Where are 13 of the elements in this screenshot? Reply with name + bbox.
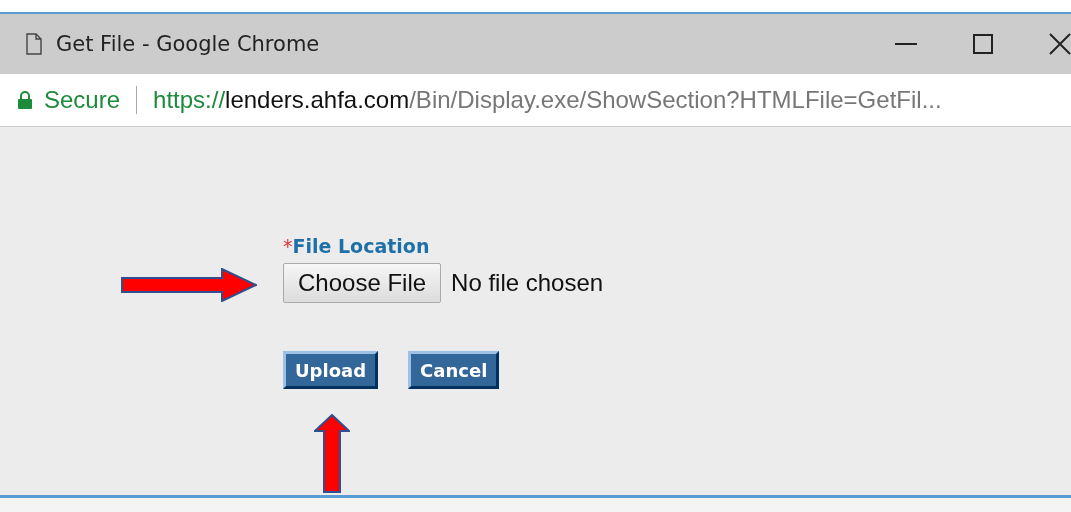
security-label: Secure <box>44 86 121 114</box>
lock-icon <box>18 91 32 109</box>
minimize-icon[interactable] <box>895 42 917 46</box>
maximize-icon[interactable] <box>973 34 993 54</box>
window-title: Get File - Google Chrome <box>56 32 320 56</box>
upload-button[interactable]: Upload <box>283 351 379 389</box>
cancel-button[interactable]: Cancel <box>408 351 500 389</box>
choose-file-button[interactable]: Choose File <box>283 263 442 303</box>
page-icon <box>26 33 42 55</box>
field-label: *File Location <box>283 235 431 259</box>
close-icon[interactable] <box>1049 33 1071 55</box>
file-status: No file chosen <box>451 269 604 297</box>
url-text[interactable]: https://lenders.ahfa.com/Bin/Display.exe/ShowSection?HTMLFile=GetFil... <box>153 86 942 114</box>
